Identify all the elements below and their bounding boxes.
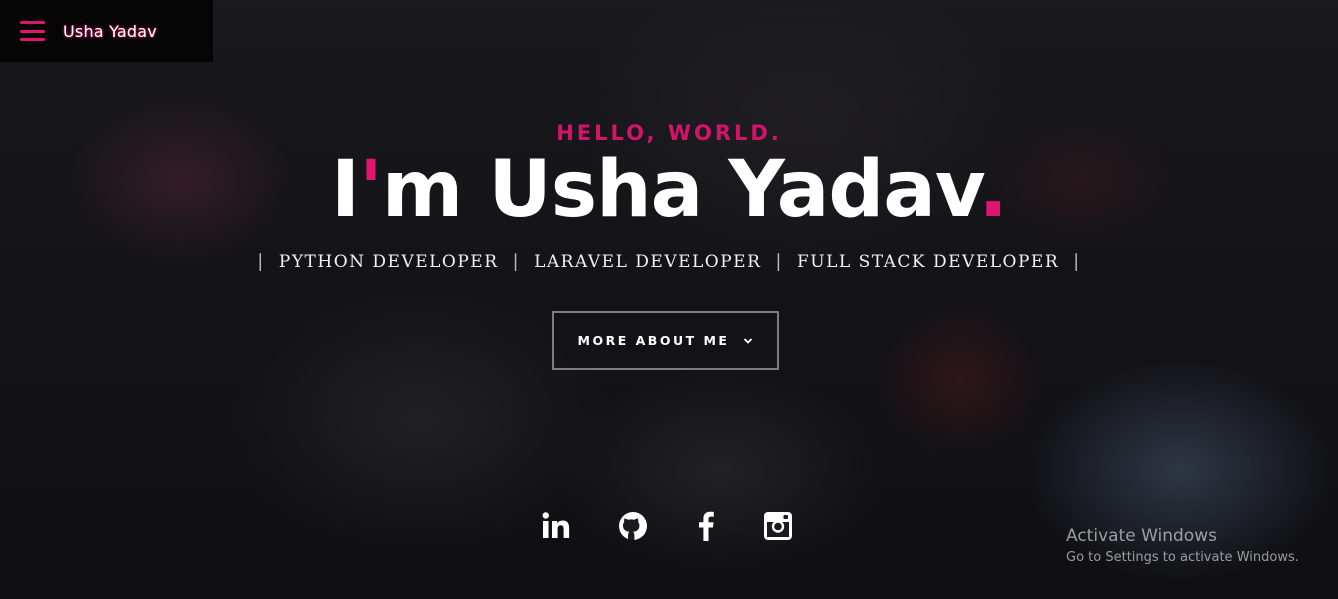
roles-list: | PYTHON DEVELOPER | LARAVEL DEVELOPER |…: [0, 251, 1338, 272]
role-separator: |: [257, 251, 265, 272]
brand-bar: Usha Yadav: [0, 0, 213, 62]
hamburger-menu-icon[interactable]: [20, 21, 45, 41]
hero-title-i: I: [331, 145, 360, 235]
hero-greeting: HELLO, WORLD.: [556, 121, 782, 145]
hero-title-dot: .: [978, 145, 1008, 235]
activate-windows-watermark: Activate Windows Go to Settings to activ…: [1066, 526, 1299, 565]
facebook-icon[interactable]: [688, 508, 724, 544]
hero-title-apostrophe: ': [359, 145, 383, 235]
watermark-title: Activate Windows: [1066, 526, 1217, 546]
instagram-icon[interactable]: [760, 508, 796, 544]
hero-overlay: [0, 0, 1338, 599]
role-separator: |: [512, 251, 521, 272]
more-about-me-label: MORE ABOUT ME: [577, 333, 730, 348]
role-item: FULL STACK DEVELOPER: [796, 251, 1060, 272]
more-about-me-button[interactable]: MORE ABOUT ME: [552, 311, 779, 370]
role-separator: |: [1073, 251, 1081, 272]
hero-title-name: m Usha Yadav: [381, 145, 979, 235]
role-item: PYTHON DEVELOPER: [278, 251, 499, 272]
role-item: LARAVEL DEVELOPER: [534, 251, 762, 272]
linkedin-icon[interactable]: [538, 508, 574, 544]
hero-title: I'm Usha Yadav.: [0, 145, 1338, 236]
watermark-subtitle: Go to Settings to activate Windows.: [1066, 550, 1299, 565]
role-separator: |: [775, 251, 783, 272]
github-icon[interactable]: [615, 508, 651, 544]
brand-name[interactable]: Usha Yadav: [63, 22, 157, 41]
chevron-down-icon: [744, 337, 753, 344]
